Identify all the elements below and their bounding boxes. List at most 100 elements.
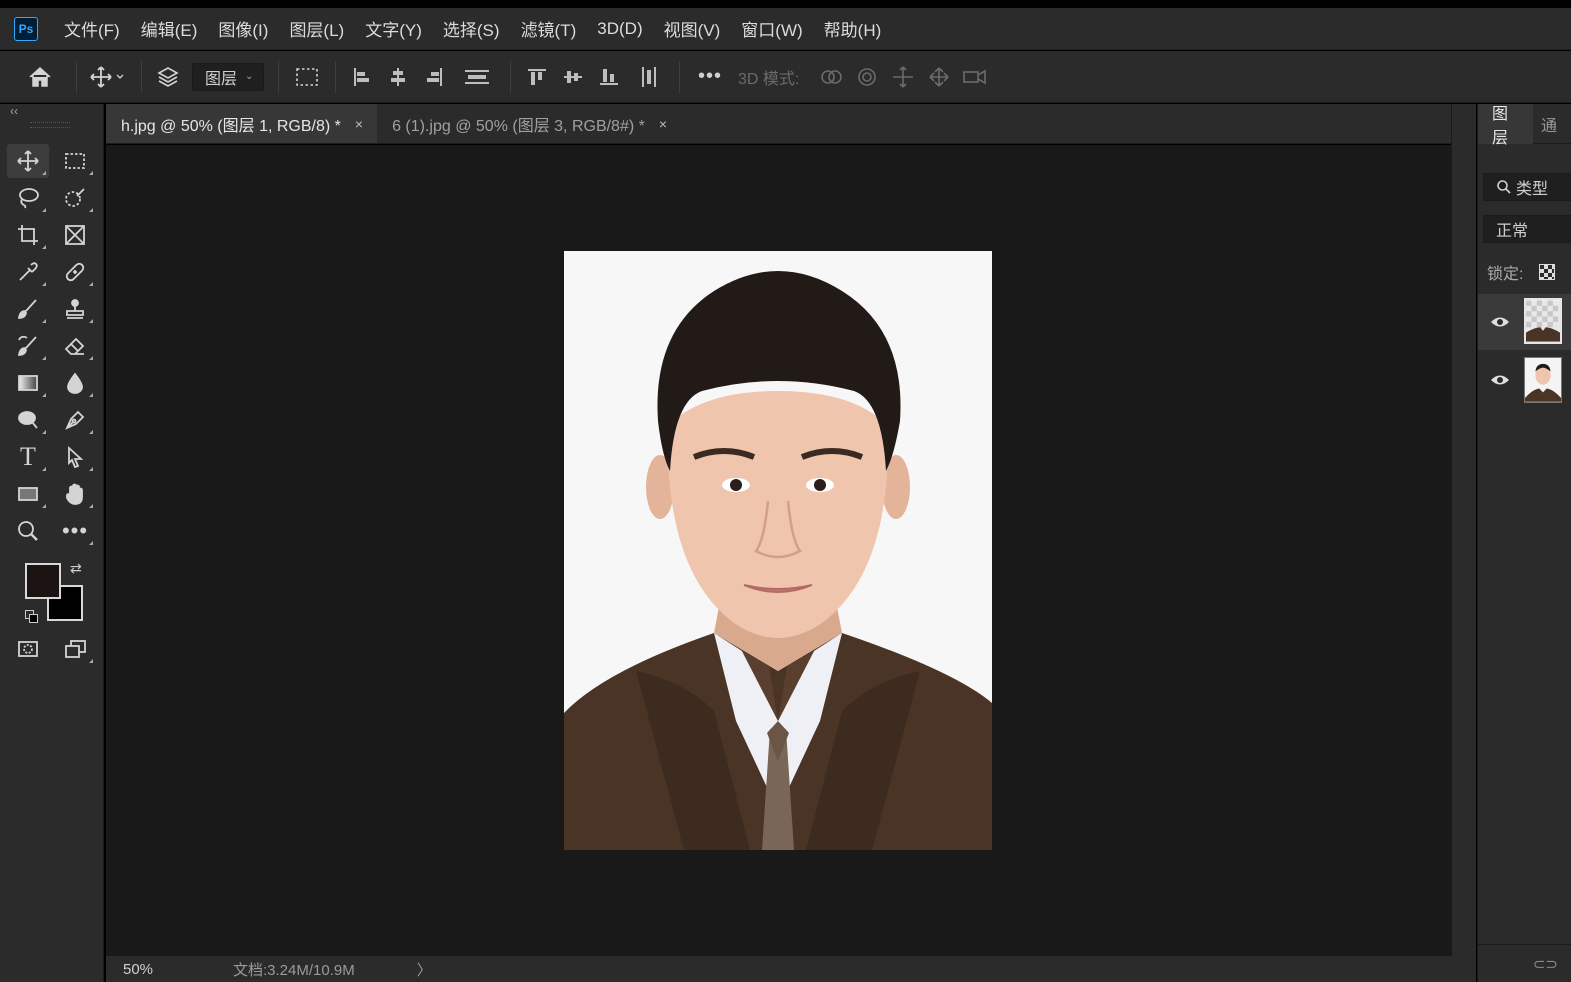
status-bar: 50% 文档:3.24M/10.9M 〉 [106, 956, 1476, 982]
align-middle-icon[interactable] [555, 62, 591, 92]
align-bottom-icon[interactable] [591, 62, 627, 92]
collapse-toolbar-icon[interactable]: ‹‹ [10, 104, 18, 118]
panel-grip[interactable] [30, 122, 70, 128]
link-layers-icon[interactable]: ⊂⊃ [1533, 955, 1558, 973]
eraser-tool[interactable] [54, 329, 96, 363]
document-tab-1[interactable]: h.jpg @ 50% (图层 1, RGB/8) * × [106, 104, 378, 143]
separator [510, 60, 511, 93]
home-icon[interactable] [20, 62, 60, 92]
document-tab-bar: h.jpg @ 50% (图层 1, RGB/8) * × 6 (1).jpg … [106, 104, 1451, 144]
layer-row-background[interactable] [1478, 352, 1571, 408]
photoshop-logo-icon[interactable]: Ps [14, 16, 38, 41]
default-colors-icon[interactable] [25, 610, 39, 624]
lock-row: 锁定: [1487, 260, 1556, 284]
menu-edit[interactable]: 编辑(E) [141, 16, 198, 41]
visibility-eye-icon[interactable] [1490, 373, 1510, 387]
3d-roll-icon[interactable] [849, 62, 885, 92]
frame-tool[interactable] [54, 218, 96, 252]
more-options-icon[interactable]: ••• [688, 62, 732, 92]
path-selection-tool[interactable] [54, 440, 96, 474]
auto-select-target-dropdown[interactable]: 图层 ⌄ [192, 62, 264, 91]
marquee-tool[interactable] [54, 144, 96, 178]
layer-thumbnail [1524, 357, 1562, 403]
align-right-icon[interactable] [416, 62, 452, 92]
document-canvas-image[interactable] [564, 251, 992, 850]
crop-tool[interactable] [7, 218, 49, 252]
auto-select-layers-icon[interactable] [150, 62, 186, 92]
history-brush-tool[interactable] [7, 329, 49, 363]
align-top-icon[interactable] [519, 62, 555, 92]
layer-row-layer-1[interactable] [1478, 294, 1571, 350]
brush-icon [17, 299, 37, 319]
type-tool[interactable]: T [7, 440, 49, 474]
distribute-vertical-icon[interactable] [627, 62, 671, 92]
document-tab-title: h.jpg @ 50% (图层 1, RGB/8) * [121, 117, 341, 135]
menu-select[interactable]: 选择(S) [443, 16, 500, 41]
blend-mode-value: 正常 [1496, 223, 1529, 240]
lasso-tool[interactable] [7, 181, 49, 215]
quick-mask-button[interactable] [7, 632, 49, 666]
separator [679, 60, 680, 93]
vertical-scrollbar[interactable] [1451, 104, 1476, 956]
edit-toolbar-button[interactable]: ••• [54, 514, 96, 548]
layers-panel: 图层 通 类型 正常 锁定: ⊂⊃ [1477, 103, 1571, 982]
3d-scale-video-icon[interactable] [957, 62, 993, 92]
zoom-level-field[interactable]: 50% [106, 961, 176, 978]
separator [335, 60, 336, 93]
lock-label: 锁定: [1487, 266, 1524, 283]
foreground-color-swatch[interactable] [25, 563, 61, 599]
3d-pan-icon[interactable] [885, 62, 921, 92]
tab-channels[interactable]: 通 [1533, 104, 1571, 144]
menu-view[interactable]: 视图(V) [664, 16, 721, 41]
3d-orbit-icon[interactable] [813, 62, 849, 92]
zoom-tool[interactable] [7, 514, 49, 548]
document-tab-title: 6 (1).jpg @ 50% (图层 3, RGB/8#) * [392, 117, 645, 135]
pen-tool[interactable] [54, 403, 96, 437]
transform-controls-icon[interactable] [287, 62, 327, 92]
arrow-pointer-icon [68, 445, 84, 469]
move-tool[interactable] [7, 144, 49, 178]
distribute-horizontal-icon[interactable] [452, 62, 502, 92]
close-tab-icon[interactable]: × [659, 116, 667, 132]
tools-panel: ‹‹ T ••• ⇄ [0, 104, 104, 982]
dodge-tool[interactable] [7, 403, 49, 437]
lasso-icon [19, 188, 39, 209]
document-size-info: 文档:3.24M/10.9M [233, 961, 355, 979]
layers-panel-footer: ⊂⊃ [1478, 944, 1571, 982]
brush-tool[interactable] [7, 292, 49, 326]
3d-slide-icon[interactable] [921, 62, 957, 92]
eyedropper-tool[interactable] [7, 255, 49, 289]
type-icon: T [20, 442, 36, 471]
rectangle-tool[interactable] [7, 477, 49, 511]
document-tab-2[interactable]: 6 (1).jpg @ 50% (图层 3, RGB/8#) * × [377, 104, 681, 143]
menu-image[interactable]: 图像(I) [218, 16, 268, 41]
menu-help[interactable]: 帮助(H) [824, 16, 882, 41]
menu-layer[interactable]: 图层(L) [289, 16, 344, 41]
swap-colors-icon[interactable]: ⇄ [70, 560, 82, 577]
move-tool-preset-icon[interactable] [85, 62, 133, 92]
menu-filter[interactable]: 滤镜(T) [521, 16, 577, 41]
layer-filter-dropdown[interactable]: 类型 [1483, 173, 1571, 201]
lock-transparent-pixels-icon[interactable] [1539, 264, 1556, 280]
tab-layers[interactable]: 图层 [1478, 103, 1533, 147]
visibility-eye-icon[interactable] [1490, 315, 1510, 329]
healing-brush-tool[interactable] [54, 255, 96, 289]
hand-tool[interactable] [54, 477, 96, 511]
align-center-icon[interactable] [380, 62, 416, 92]
menu-3d[interactable]: 3D(D) [597, 19, 642, 39]
clone-stamp-tool[interactable] [54, 292, 96, 326]
align-left-icon[interactable] [344, 62, 380, 92]
eraser-icon [64, 337, 85, 355]
quick-selection-tool[interactable] [54, 181, 96, 215]
status-menu-arrow-icon[interactable]: 〉 [417, 959, 432, 980]
menu-window[interactable]: 窗口(W) [741, 16, 802, 41]
crop-icon [18, 225, 38, 245]
blend-mode-dropdown[interactable]: 正常 [1483, 215, 1571, 243]
quick-selection-icon [65, 188, 85, 207]
screen-mode-button[interactable] [54, 632, 96, 666]
menu-file[interactable]: 文件(F) [64, 16, 120, 41]
blur-tool[interactable] [54, 366, 96, 400]
close-tab-icon[interactable]: × [355, 116, 363, 132]
gradient-tool[interactable] [7, 366, 49, 400]
menu-type[interactable]: 文字(Y) [365, 16, 422, 41]
